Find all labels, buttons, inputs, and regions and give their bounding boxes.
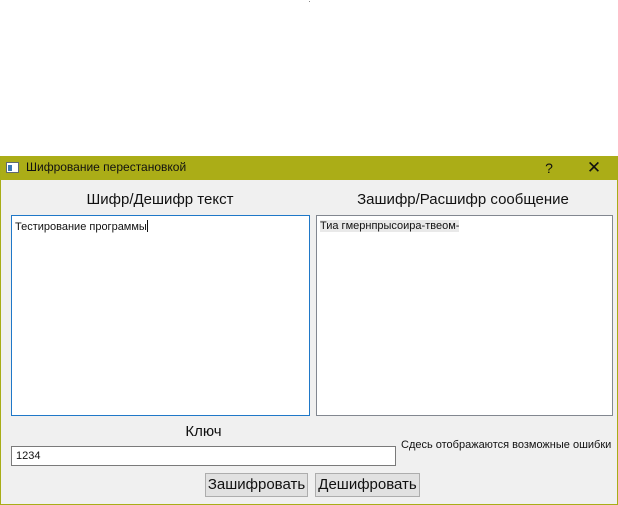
key-label: Ключ	[185, 423, 222, 440]
ciphertext-textarea[interactable]: Тиа гмернпрысоира-твеом-	[316, 215, 613, 416]
plaintext-value: Тестирование программы	[15, 221, 147, 233]
cipher-window: Шифрование перестановкой ? ✕ Шифр/Дешифр…	[0, 156, 618, 505]
close-icon[interactable]: ✕	[571, 156, 617, 180]
title-bar[interactable]: Шифрование перестановкой ? ✕	[1, 156, 617, 180]
key-input[interactable]: 1234	[11, 446, 396, 466]
output-heading: Зашифр/Расшифр сообщение	[357, 191, 569, 208]
text-caret	[146, 220, 148, 232]
app-window-icon	[6, 162, 19, 173]
stray-pixel	[309, 1, 310, 2]
screen: Шифрование перестановкой ? ✕ Шифр/Дешифр…	[0, 0, 618, 505]
ciphertext-value: Тиа гмернпрысоира-твеом-	[320, 220, 460, 232]
error-message-label: Сдесь отображаются возможные ошибки	[401, 439, 612, 451]
window-title: Шифрование перестановкой	[26, 160, 187, 174]
decrypt-button[interactable]: Дешифровать	[315, 473, 420, 497]
encrypt-button[interactable]: Зашифровать	[205, 473, 308, 497]
input-heading: Шифр/Дешифр текст	[86, 191, 234, 208]
plaintext-textarea[interactable]: Тестирование программы	[11, 215, 310, 416]
help-button[interactable]: ?	[526, 156, 572, 180]
